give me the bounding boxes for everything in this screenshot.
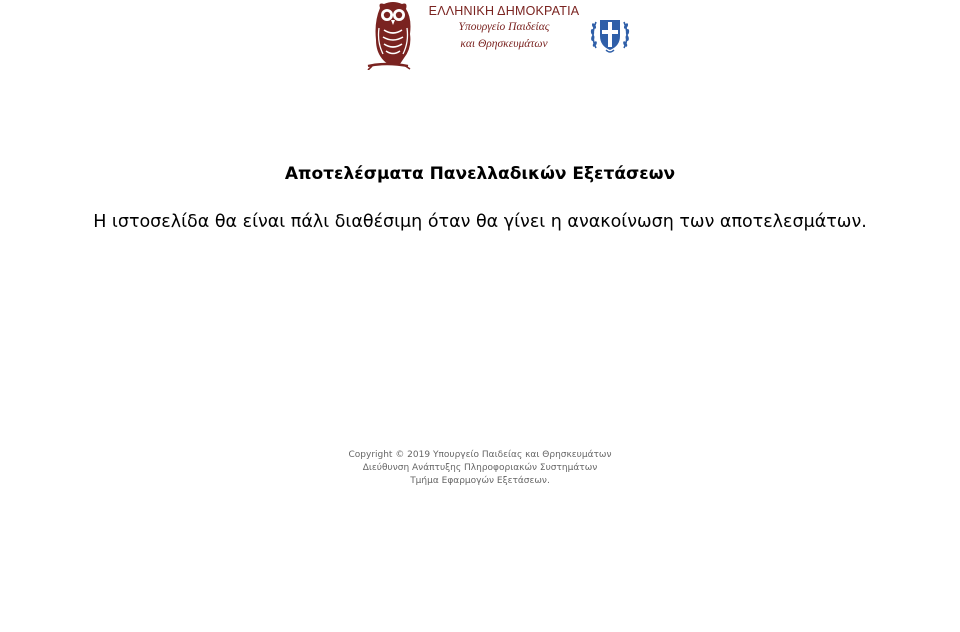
page-title: Αποτελέσματα Πανελλαδικών Εξετάσεων: [284, 164, 676, 184]
footer: Copyright © 2019 Υπουργείο Παιδείας και …: [0, 449, 960, 488]
ministry-name-block: ΕΛΛΗΝΙΚΗ ΔΗΜΟΚΡΑΤΙΑ Υπουργείο Παιδείας κ…: [424, 3, 584, 53]
owl-logo-icon: [367, 2, 411, 70]
footer-copyright: Copyright © 2019 Υπουργείο Παιδείας και …: [348, 450, 612, 460]
ministry-title: ΕΛΛΗΝΙΚΗ ΔΗΜΟΚΡΑΤΙΑ: [428, 4, 580, 18]
ministry-line-2: και Θρησκευμάτων: [460, 38, 548, 50]
footer-section: Τμήμα Εφαρμογών Εξετάσεων.: [410, 476, 550, 486]
unavailable-message: Η ιστοσελίδα θα είναι πάλι διαθέσιμη ότα…: [93, 212, 867, 232]
footer-department: Διεύθυνση Ανάπτυξης Πληροφοριακών Συστημ…: [362, 463, 598, 473]
ministry-logo: ΕΛΛΗΝΙΚΗ ΔΗΜΟΚΡΑΤΙΑ Υπουργείο Παιδείας κ…: [366, 0, 636, 70]
greek-coat-of-arms-icon: [590, 20, 630, 53]
ministry-line-1: Υπουργείο Παιδείας: [458, 21, 550, 33]
